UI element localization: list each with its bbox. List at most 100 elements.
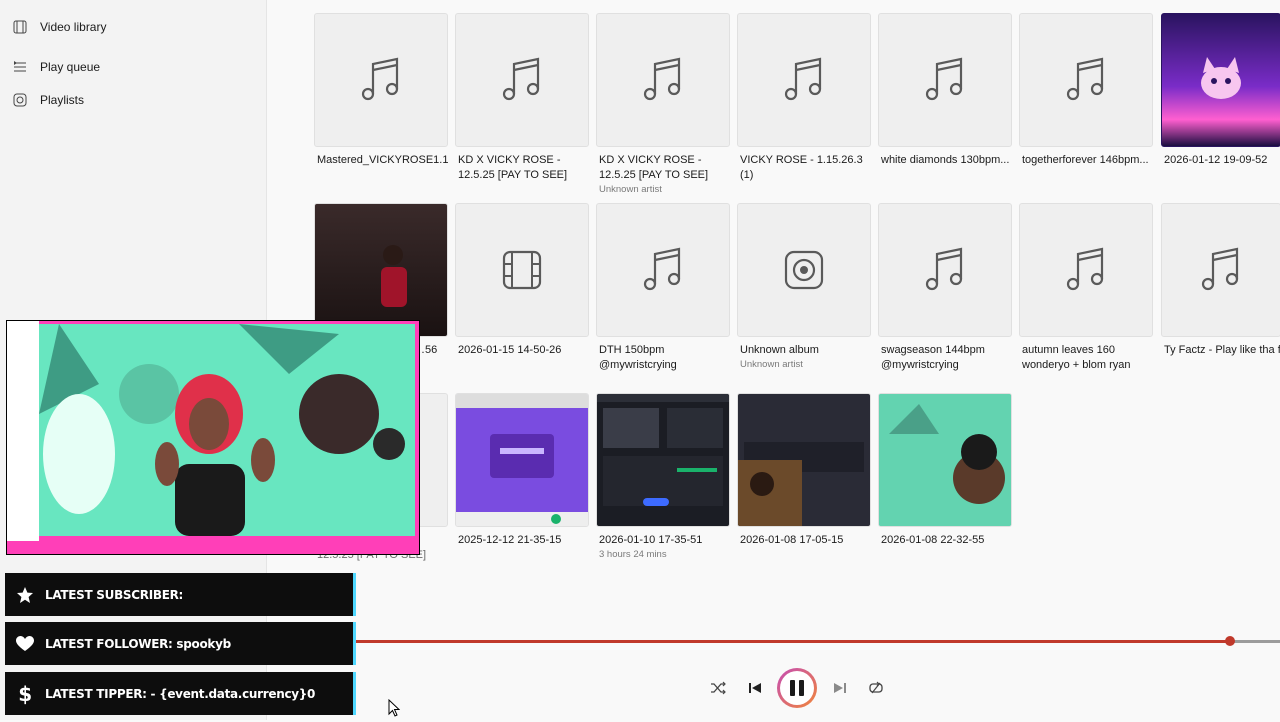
mouse-cursor-icon: [388, 698, 401, 722]
tile-title: KD X VICKY ROSE - 12.5.25 [PAY TO SEE]: [599, 154, 709, 181]
repeat-button[interactable]: [868, 680, 884, 696]
music-thumbnail: [878, 13, 1012, 147]
media-tile[interactable]: 2026-01-10 17-35-51 3 hours 24 mins: [596, 393, 730, 560]
screenshot-obs-icon: [597, 394, 729, 506]
media-tile[interactable]: Ty Factz - Play like tha ft.Vicky rose &…: [1161, 203, 1280, 358]
person-silhouette-icon: [381, 245, 407, 307]
latest-tipper-bar: $ LATEST TIPPER: - {event.data.currency}…: [5, 672, 356, 715]
pause-icon: [790, 680, 804, 696]
shuffle-icon: [711, 681, 726, 695]
video-icon: [12, 19, 28, 35]
previous-button[interactable]: [747, 680, 763, 696]
dollar-icon: $: [18, 681, 32, 706]
music-note-icon: [643, 247, 681, 291]
music-note-icon: [1201, 247, 1239, 291]
image-thumbnail: [878, 393, 1012, 527]
tile-title: autumn leaves 160 wonderyo + blom ryan: [1022, 344, 1131, 371]
sidebar-item-playlists[interactable]: Playlists: [12, 86, 84, 114]
seek-bar-remaining[interactable]: [1230, 640, 1280, 643]
media-tile[interactable]: 2026-01-08 22-32-55: [878, 393, 1012, 548]
music-note-icon: [643, 57, 681, 101]
tile-title: Ty Factz - Play like tha ft.Vicky rose &…: [1164, 344, 1280, 356]
image-thumbnail: [455, 393, 589, 527]
media-tile[interactable]: autumn leaves 160 wonderyo + blom ryan: [1019, 203, 1153, 373]
media-tile[interactable]: Mastered_VICKYROSE1.15.26.31: [314, 13, 448, 168]
star-icon: [5, 586, 45, 604]
tile-title: white diamonds 130bpm...: [881, 154, 1010, 166]
latest-follower-text: LATEST FOLLOWER: spookyb: [45, 636, 231, 651]
film-icon: [502, 250, 542, 290]
music-note-icon: [1066, 57, 1104, 101]
tile-subtitle: Unknown artist: [599, 184, 662, 195]
tile-title: Unknown album: [740, 344, 819, 356]
sidebar-item-play-queue[interactable]: Play queue: [12, 53, 100, 81]
streamer-webcam-image: [39, 324, 415, 536]
heart-icon: [5, 635, 45, 652]
music-thumbnail: [878, 203, 1012, 337]
seek-bar-thumb[interactable]: [1225, 636, 1235, 646]
latest-tipper-text: LATEST TIPPER: - {event.data.currency}0: [45, 686, 316, 701]
sidebar-item-video-library[interactable]: Video library: [12, 13, 106, 41]
sidebar-item-label: Playlists: [40, 93, 85, 107]
music-thumbnail: [1161, 203, 1280, 337]
image-thumbnail: [596, 393, 730, 527]
music-note-icon: [925, 57, 963, 101]
music-note-icon: [925, 247, 963, 291]
music-note-icon: [361, 57, 399, 101]
music-thumbnail: [596, 203, 730, 337]
music-thumbnail: [314, 13, 448, 147]
media-tile[interactable]: VICKY ROSE - 1.15.26.3 (1): [737, 13, 871, 183]
media-tile[interactable]: DTH 150bpm @mywristcrying: [596, 203, 730, 373]
tile-title: swagseason 144bpm @mywristcrying: [881, 344, 985, 371]
tile-title: Mastered_VICKYROSE1.15.26.31: [317, 154, 448, 166]
media-tile[interactable]: togetherforever 146bpm...: [1019, 13, 1153, 168]
tile-subtitle: Unknown artist: [740, 359, 803, 370]
image-thumbnail: [1161, 13, 1280, 147]
media-tile[interactable]: KD X VICKY ROSE - 12.5.25 [PAY TO SEE] U…: [596, 13, 730, 195]
next-icon: [834, 683, 846, 693]
media-tile[interactable]: KD X VICKY ROSE - 12.5.25 [PAY TO SEE]: [455, 13, 589, 183]
latest-follower-bar: LATEST FOLLOWER: spookyb: [5, 622, 356, 665]
tile-title: 2025-12-12 21-35-15: [458, 534, 562, 546]
music-thumbnail: [455, 13, 589, 147]
webcam-feed: [39, 324, 415, 536]
media-tile[interactable]: 2026-01-12 19-09-52: [1161, 13, 1280, 168]
tile-title: 2026-01-08 17-05-15: [740, 534, 844, 546]
seek-bar-played[interactable]: [355, 640, 1230, 643]
tile-title: 2026-01-12 19-09-52: [1164, 154, 1268, 166]
media-tile[interactable]: 2026-01-15 14-50-26: [455, 203, 589, 358]
sidebar-item-label: Video library: [40, 20, 107, 34]
pause-button[interactable]: [777, 668, 817, 708]
music-note-icon: [502, 57, 540, 101]
pause-button-face: [780, 671, 814, 705]
tile-title: DTH 150bpm @mywristcrying: [599, 344, 677, 371]
tile-title: 2026-01-15 14-50-26: [458, 344, 562, 356]
tile-title: 2026-01-08 22-32-55: [881, 534, 985, 546]
music-thumbnail: [1019, 13, 1153, 147]
music-note-icon: [1066, 247, 1104, 291]
media-tile[interactable]: 2025-12-12 21-35-15: [455, 393, 589, 548]
sidebar-item-label: Play queue: [40, 60, 101, 74]
music-thumbnail: [1019, 203, 1153, 337]
music-thumbnail: [596, 13, 730, 147]
album-thumbnail: [737, 203, 871, 337]
media-tile[interactable]: Unknown album Unknown artist: [737, 203, 871, 370]
next-button[interactable]: [832, 680, 848, 696]
playlist-icon: [12, 92, 28, 108]
image-thumbnail: [737, 393, 871, 527]
tile-title: 2026-01-10 17-35-51: [599, 534, 703, 546]
tile-title: VICKY ROSE - 1.15.26.3 (1): [740, 154, 863, 181]
previous-icon: [749, 683, 761, 693]
webcam-side-panel: [7, 321, 39, 541]
tile-subtitle: 3 hours 24 mins: [599, 549, 667, 560]
repeat-icon: [869, 681, 883, 694]
shuffle-button[interactable]: [710, 680, 726, 696]
music-note-icon: [784, 57, 822, 101]
playback-controls: [700, 668, 900, 710]
media-tile[interactable]: white diamonds 130bpm...: [878, 13, 1012, 168]
tile-title: togetherforever 146bpm...: [1022, 154, 1149, 166]
image-thumbnail: [314, 203, 448, 337]
queue-icon: [12, 59, 28, 75]
media-tile[interactable]: 2026-01-08 17-05-15: [737, 393, 871, 548]
media-tile[interactable]: swagseason 144bpm @mywristcrying: [878, 203, 1012, 373]
